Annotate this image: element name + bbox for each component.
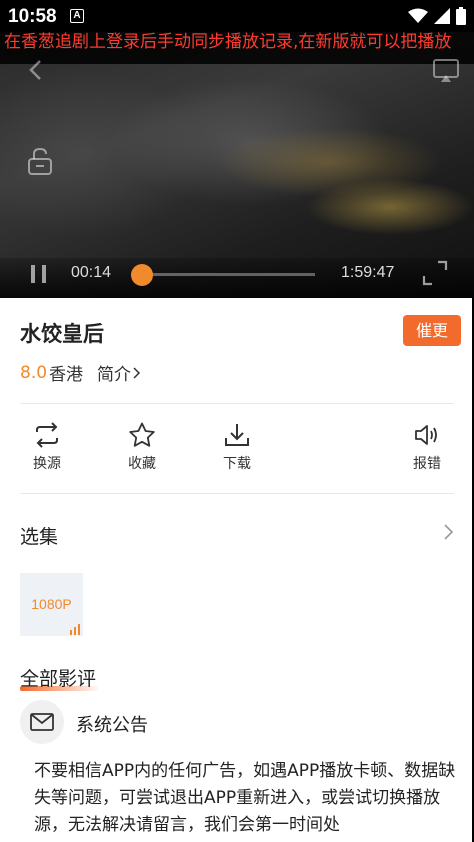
movie-rating: 8.0 — [20, 362, 48, 383]
status-time: 10:58 — [8, 6, 57, 27]
intro-label: 简介 — [97, 365, 132, 385]
switch-source-label: 换源 — [33, 456, 61, 472]
lock-icon[interactable] — [26, 146, 54, 176]
seek-thumb[interactable] — [131, 264, 153, 286]
download-button[interactable]: 下载 — [207, 422, 267, 473]
fullscreen-icon[interactable] — [422, 260, 448, 286]
movie-title: 水饺皇后 — [20, 322, 104, 346]
episode-item[interactable]: 1080P — [20, 573, 83, 636]
battery-icon — [456, 7, 466, 25]
signal-icon — [434, 8, 450, 24]
movie-region: 香港 — [49, 365, 84, 385]
chevron-right-icon[interactable] — [442, 523, 454, 541]
detail-panel: 水饺皇后 催更 8.0 香港 简介 换源 收藏 下载 报错 选集 1080P 全… — [0, 298, 472, 842]
report-error-button[interactable]: 报错 — [397, 422, 457, 473]
action-row: 换源 收藏 下载 报错 — [0, 422, 472, 478]
seek-bar[interactable] — [140, 273, 315, 276]
status-icons — [408, 7, 466, 25]
total-time: 1:59:47 — [341, 264, 395, 281]
notification-badge: A — [70, 9, 84, 23]
favorite-label: 收藏 — [128, 456, 156, 472]
movie-meta: 8.0 香港 简介 — [20, 360, 141, 385]
current-time: 00:14 — [71, 264, 112, 281]
avatar — [20, 700, 64, 744]
report-error-label: 报错 — [413, 456, 441, 472]
back-icon[interactable] — [26, 58, 46, 82]
intro-link[interactable]: 简介 — [97, 360, 141, 385]
marquee-notice: 在香葱追剧上登录后手动同步播放记录,在新版就可以把播放 — [4, 32, 452, 52]
episodes-title[interactable]: 选集 — [20, 522, 58, 549]
divider — [20, 493, 454, 494]
playing-bars-icon — [70, 624, 80, 635]
download-icon — [225, 424, 249, 446]
divider — [20, 403, 454, 404]
chevron-right-icon — [133, 366, 141, 379]
notice-author: 系统公告 — [76, 715, 148, 736]
download-label: 下载 — [223, 456, 251, 472]
wifi-icon — [408, 8, 428, 23]
notice-text: 不要相信APP内的任何广告，如遇APP播放卡顿、数据缺失等问题，可尝试退出APP… — [34, 761, 456, 835]
episode-label: 1080P — [31, 596, 72, 612]
cast-icon[interactable] — [432, 58, 460, 84]
urge-update-button[interactable]: 催更 — [403, 315, 461, 346]
switch-source-icon — [36, 422, 58, 448]
speaker-icon — [415, 425, 437, 445]
status-bar: 10:58 A — [0, 0, 474, 32]
pause-icon[interactable] — [28, 262, 50, 286]
video-player[interactable]: 在香葱追剧上登录后手动同步播放记录,在新版就可以把播放 00:14 1:59:4… — [0, 32, 474, 298]
mail-icon — [30, 713, 54, 731]
reviews-title: 全部影评 — [20, 668, 97, 690]
star-icon — [129, 422, 155, 447]
favorite-button[interactable]: 收藏 — [112, 422, 172, 473]
switch-source-button[interactable]: 换源 — [17, 422, 77, 473]
